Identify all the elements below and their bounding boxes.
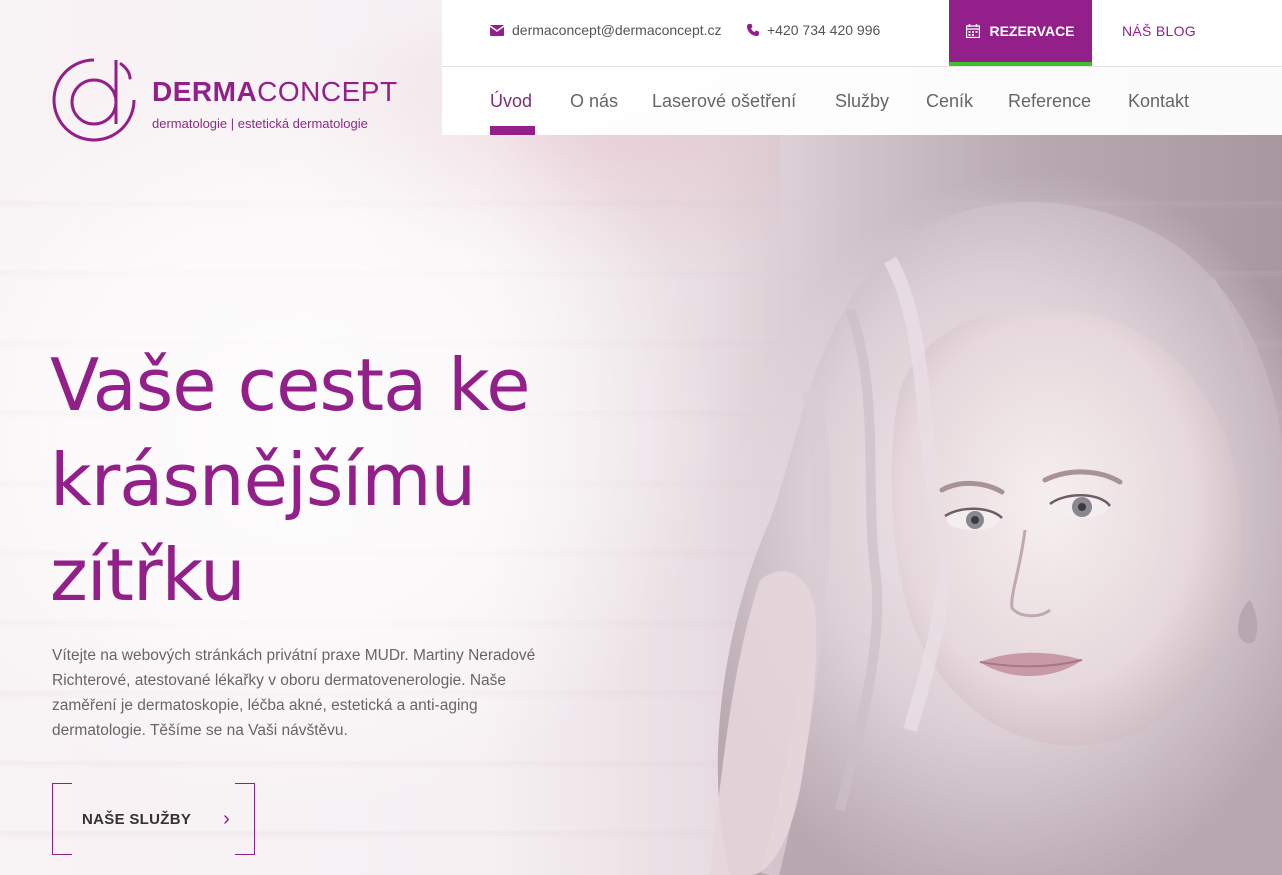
logo-mark-icon bbox=[52, 58, 136, 142]
nav-item-o-nas[interactable]: O nás bbox=[570, 91, 618, 112]
hero-intro-text: Vítejte na webových stránkách privátní p… bbox=[52, 647, 536, 739]
hero-title: Vaše cesta ke krásnějšímu zítřku bbox=[50, 338, 610, 623]
blog-link[interactable]: NÁŠ BLOG bbox=[1122, 23, 1196, 39]
logo-name-light: CONCEPT bbox=[257, 76, 398, 107]
logo-name-bold: DERMA bbox=[152, 76, 258, 107]
contact-phone-link[interactable]: +420 734 420 996 bbox=[747, 22, 880, 38]
hero-portrait-image bbox=[710, 202, 1282, 875]
nav-item-laserove-osetreni[interactable]: Laserové ošetření bbox=[652, 91, 796, 112]
contact-phone-text: +420 734 420 996 bbox=[767, 22, 881, 38]
nav-item-reference[interactable]: Reference bbox=[1008, 91, 1091, 112]
phone-icon bbox=[747, 24, 759, 36]
logo-name: DERMACONCEPT bbox=[152, 76, 398, 108]
button-bracket-right bbox=[235, 783, 255, 855]
calendar-icon bbox=[966, 24, 981, 38]
nav-item-kontakt[interactable]: Kontakt bbox=[1128, 91, 1189, 112]
button-bracket-left bbox=[52, 783, 72, 855]
contact-email-link[interactable]: dermaconcept@dermaconcept.cz bbox=[490, 22, 722, 38]
contact-email-text: dermaconcept@dermaconcept.cz bbox=[512, 22, 722, 38]
nav-item-uvod[interactable]: Úvod bbox=[490, 91, 532, 112]
top-contact-bar: dermaconcept@dermaconcept.cz +420 734 42… bbox=[442, 0, 1282, 66]
nav-item-cenik[interactable]: Ceník bbox=[926, 91, 973, 112]
main-navigation: Úvod O nás Laserové ošetření Služby Cení… bbox=[442, 66, 1282, 135]
logo-tagline: dermatologie | estetická dermatologie bbox=[152, 116, 368, 131]
chevron-right-icon: › bbox=[223, 807, 231, 830]
reservation-label: REZERVACE bbox=[989, 23, 1075, 39]
nav-active-indicator bbox=[490, 126, 535, 135]
reservation-button[interactable]: REZERVACE bbox=[949, 0, 1092, 66]
nav-item-sluzby[interactable]: Služby bbox=[835, 91, 889, 112]
logo[interactable]: DERMACONCEPT dermatologie | estetická de… bbox=[50, 54, 410, 150]
hero-title-line-1: Vaše cesta ke bbox=[50, 343, 531, 427]
hero-title-line-3: zítřku bbox=[50, 533, 246, 617]
envelope-icon bbox=[490, 24, 504, 36]
our-services-button[interactable]: NAŠE SLUŽBY › bbox=[52, 783, 255, 855]
hero-title-line-2: krásnějšímu bbox=[50, 438, 476, 522]
our-services-label: NAŠE SLUŽBY bbox=[82, 810, 192, 828]
